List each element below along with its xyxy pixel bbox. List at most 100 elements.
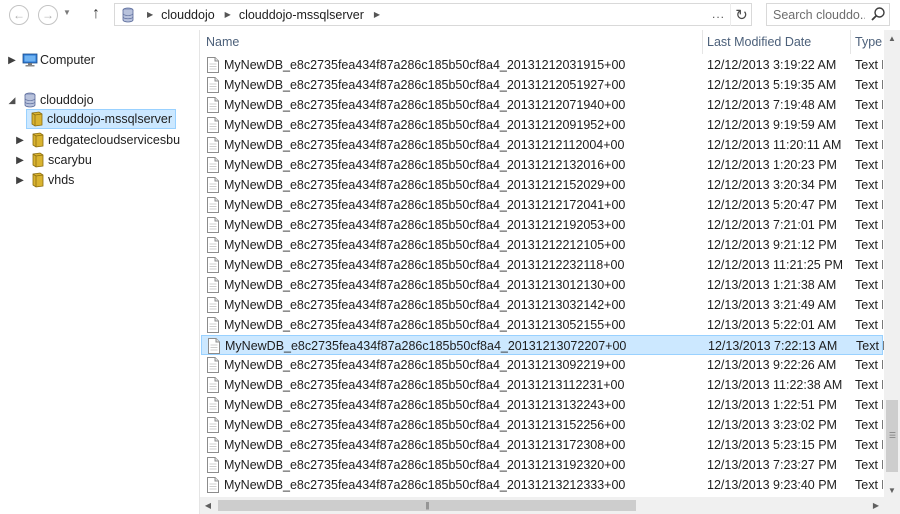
file-row[interactable]: MyNewDB_e8c2735fea434f87a286c185b50cf8a4… <box>201 275 883 295</box>
file-row[interactable]: MyNewDB_e8c2735fea434f87a286c185b50cf8a4… <box>201 115 883 135</box>
expand-arrow-icon[interactable]: ▶ <box>14 175 26 186</box>
breadcrumb-item[interactable]: clouddojo-mssqlserver <box>239 8 364 22</box>
tree-item-label: vhds <box>48 173 75 187</box>
chevron-up-icon: ▲ <box>888 33 896 43</box>
column-header-name[interactable]: Name <box>200 30 702 54</box>
tree-item-scarybu[interactable]: ▶ scarybu <box>14 150 92 170</box>
file-type: Text Document <box>855 198 883 212</box>
file-name: MyNewDB_e8c2735fea434f87a286c185b50cf8a4… <box>224 318 626 332</box>
recent-locations-chevron-icon[interactable]: ▼ <box>63 8 71 17</box>
refresh-button[interactable]: ↻ <box>730 3 752 26</box>
scroll-down-button[interactable]: ▼ <box>884 482 900 498</box>
text-file-icon <box>206 157 220 173</box>
file-row[interactable]: MyNewDB_e8c2735fea434f87a286c185b50cf8a4… <box>201 295 883 315</box>
file-row[interactable]: MyNewDB_e8c2735fea434f87a286c185b50cf8a4… <box>201 455 883 475</box>
breadcrumb-item[interactable]: clouddojo <box>161 8 215 22</box>
text-file-icon <box>206 397 220 413</box>
expand-arrow-icon[interactable]: ▶ <box>14 155 26 166</box>
file-row[interactable]: MyNewDB_e8c2735fea434f87a286c185b50cf8a4… <box>201 55 883 75</box>
file-row[interactable]: MyNewDB_e8c2735fea434f87a286c185b50cf8a4… <box>201 355 883 375</box>
file-modified-date: 12/12/2013 7:21:01 PM <box>707 218 837 232</box>
tree-item-clouddojo[interactable]: ◢ clouddojo <box>6 90 94 110</box>
file-name: MyNewDB_e8c2735fea434f87a286c185b50cf8a4… <box>224 138 625 152</box>
collapse-arrow-icon[interactable]: ◢ <box>6 95 18 106</box>
address-bar[interactable]: ▶ clouddojo ▶ clouddojo-mssqlserver ▶ ..… <box>114 3 752 26</box>
file-row[interactable]: MyNewDB_e8c2735fea434f87a286c185b50cf8a4… <box>201 175 883 195</box>
up-button[interactable]: ↑ <box>86 4 106 24</box>
back-button[interactable]: ← <box>9 5 29 25</box>
scroll-up-button[interactable]: ▲ <box>884 30 900 46</box>
search-icon[interactable] <box>870 6 886 22</box>
file-row[interactable]: MyNewDB_e8c2735fea434f87a286c185b50cf8a4… <box>201 215 883 235</box>
file-name: MyNewDB_e8c2735fea434f87a286c185b50cf8a4… <box>224 458 626 472</box>
breadcrumb-separator-icon[interactable]: ▶ <box>225 10 231 19</box>
breadcrumb-separator-icon[interactable]: ▶ <box>147 10 153 19</box>
storage-account-icon <box>22 92 38 108</box>
file-row[interactable]: MyNewDB_e8c2735fea434f87a286c185b50cf8a4… <box>201 335 884 355</box>
toolbar: ← → ▼ ↑ ▶ clouddojo ▶ clouddojo-mssqlser… <box>0 0 900 30</box>
file-row[interactable]: MyNewDB_e8c2735fea434f87a286c185b50cf8a4… <box>201 235 883 255</box>
chevron-left-icon: ◀ <box>204 501 212 510</box>
file-row[interactable]: MyNewDB_e8c2735fea434f87a286c185b50cf8a4… <box>201 315 883 335</box>
file-row[interactable]: MyNewDB_e8c2735fea434f87a286c185b50cf8a4… <box>201 255 883 275</box>
file-type: Text Document <box>855 258 883 272</box>
file-name: MyNewDB_e8c2735fea434f87a286c185b50cf8a4… <box>224 58 626 72</box>
scroll-left-button[interactable]: ◀ <box>200 497 216 514</box>
file-name: MyNewDB_e8c2735fea434f87a286c185b50cf8a4… <box>224 358 626 372</box>
address-overflow[interactable]: ... <box>712 7 725 21</box>
file-row[interactable]: MyNewDB_e8c2735fea434f87a286c185b50cf8a4… <box>201 475 883 495</box>
file-type: Text Document <box>855 238 883 252</box>
text-file-icon <box>206 297 220 313</box>
chevron-down-icon: ▼ <box>888 485 896 495</box>
file-type: Text Document <box>855 138 883 152</box>
file-type: Text Document <box>855 278 883 292</box>
vertical-scroll-thumb[interactable]: ☰ <box>886 400 898 472</box>
file-name: MyNewDB_e8c2735fea434f87a286c185b50cf8a4… <box>224 258 625 272</box>
file-name: MyNewDB_e8c2735fea434f87a286c185b50cf8a4… <box>224 218 626 232</box>
breadcrumb-separator-icon[interactable]: ▶ <box>374 10 380 19</box>
tree-item-redgatecloudservicesbu[interactable]: ▶ redgatecloudservicesbu <box>14 130 180 150</box>
tree-item-label: redgatecloudservicesbu <box>48 133 181 147</box>
forward-button[interactable]: → <box>38 5 58 25</box>
file-modified-date: 12/13/2013 1:22:51 PM <box>707 398 837 412</box>
tree-item-computer[interactable]: ▶ Computer <box>6 50 95 70</box>
file-modified-date: 12/13/2013 3:23:02 PM <box>707 418 837 432</box>
file-name: MyNewDB_e8c2735fea434f87a286c185b50cf8a4… <box>225 339 627 353</box>
tree-item-vhds[interactable]: ▶ vhds <box>14 170 74 190</box>
file-row[interactable]: MyNewDB_e8c2735fea434f87a286c185b50cf8a4… <box>201 195 883 215</box>
text-file-icon <box>206 117 220 133</box>
storage-icon <box>119 6 137 24</box>
expand-arrow-icon[interactable]: ▶ <box>6 55 18 66</box>
file-row[interactable]: MyNewDB_e8c2735fea434f87a286c185b50cf8a4… <box>201 395 883 415</box>
text-file-icon <box>206 237 220 253</box>
container-icon <box>30 152 46 168</box>
tree-item-clouddojo-mssqlserver[interactable]: clouddojo-mssqlserver <box>26 109 176 129</box>
text-file-icon <box>206 357 220 373</box>
file-modified-date: 12/12/2013 11:20:11 AM <box>707 138 842 152</box>
text-file-icon <box>206 197 220 213</box>
file-row[interactable]: MyNewDB_e8c2735fea434f87a286c185b50cf8a4… <box>201 155 883 175</box>
file-modified-date: 12/12/2013 1:20:23 PM <box>707 158 837 172</box>
vertical-scrollbar[interactable]: ▲ ☰ ▼ <box>884 30 900 498</box>
file-modified-date: 12/12/2013 9:21:12 PM <box>707 238 837 252</box>
file-type: Text Document <box>855 98 883 112</box>
file-row[interactable]: MyNewDB_e8c2735fea434f87a286c185b50cf8a4… <box>201 95 883 115</box>
file-modified-date: 12/13/2013 9:23:40 PM <box>707 478 837 492</box>
horizontal-scrollbar[interactable]: ◀ ||| ▶ <box>200 497 884 514</box>
tree-item-label: clouddojo-mssqlserver <box>47 112 173 126</box>
file-type: Text Document <box>855 458 883 472</box>
text-file-icon <box>206 377 220 393</box>
column-header-type[interactable]: Type <box>849 30 884 54</box>
file-row[interactable]: MyNewDB_e8c2735fea434f87a286c185b50cf8a4… <box>201 135 883 155</box>
file-row[interactable]: MyNewDB_e8c2735fea434f87a286c185b50cf8a4… <box>201 435 883 455</box>
file-name: MyNewDB_e8c2735fea434f87a286c185b50cf8a4… <box>224 418 626 432</box>
scroll-right-button[interactable]: ▶ <box>868 497 884 514</box>
column-header-modified[interactable]: Last Modified Date <box>701 30 849 54</box>
expand-arrow-icon[interactable]: ▶ <box>14 135 26 146</box>
file-row[interactable]: MyNewDB_e8c2735fea434f87a286c185b50cf8a4… <box>201 415 883 435</box>
file-row[interactable]: MyNewDB_e8c2735fea434f87a286c185b50cf8a4… <box>201 75 883 95</box>
file-type: Text Document <box>855 78 883 92</box>
horizontal-scroll-thumb[interactable]: ||| <box>218 500 636 511</box>
text-file-icon <box>206 437 220 453</box>
file-row[interactable]: MyNewDB_e8c2735fea434f87a286c185b50cf8a4… <box>201 375 883 395</box>
